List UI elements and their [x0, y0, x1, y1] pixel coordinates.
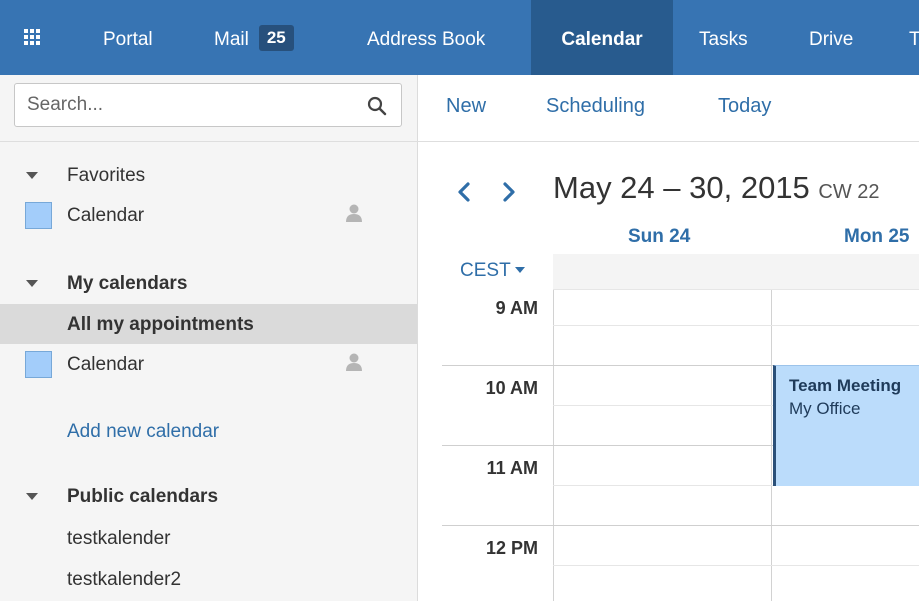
mail-unread-badge: 25	[258, 25, 294, 51]
scheduling-button[interactable]: Scheduling	[546, 95, 645, 118]
app-launcher-icon[interactable]	[24, 29, 40, 45]
timezone-selector[interactable]: CEST	[460, 260, 525, 282]
day-header-mon[interactable]: Mon 25	[844, 226, 909, 248]
public-calendar-item[interactable]: testkalender	[0, 519, 417, 557]
public-calendar-item[interactable]: testkalender2	[0, 560, 417, 598]
hour-label: 12 PM	[485, 538, 538, 558]
all-day-strip[interactable]	[553, 254, 919, 289]
grid-line	[553, 565, 919, 566]
favorites-caret-icon[interactable]	[26, 172, 38, 179]
nav-mail[interactable]: Mail 25	[214, 0, 294, 75]
nav-mail-label: Mail	[214, 29, 249, 50]
time-grid: 9 AM 10 AM 11 AM 12 PM Team Meeting My O…	[418, 289, 919, 601]
hour-label: 10 AM	[485, 378, 538, 398]
add-new-calendar-row: Add new calendar	[0, 412, 417, 450]
hour-label: 11 AM	[486, 458, 538, 478]
all-my-appointments-item[interactable]: All my appointments	[0, 304, 417, 344]
my-calendar-item[interactable]: Calendar	[0, 345, 417, 383]
my-calendar-label: Calendar	[67, 354, 145, 375]
date-navigation: May 24 – 30, 2015 CW 22 Sun 24 Mon 25	[418, 142, 919, 252]
timezone-label: CEST	[460, 260, 511, 281]
nav-calendar[interactable]: Calendar	[531, 0, 673, 75]
add-new-calendar-link[interactable]: Add new calendar	[67, 421, 219, 443]
nav-portal[interactable]: Portal	[103, 0, 153, 75]
search-input[interactable]	[27, 84, 357, 126]
public-calendar-label: testkalender	[67, 528, 171, 549]
search-icon[interactable]	[367, 96, 387, 116]
sidebar: Favorites Calendar My calendars All my a…	[0, 75, 418, 601]
grid-line	[553, 289, 919, 290]
person-icon	[346, 204, 362, 222]
new-button[interactable]: New	[446, 95, 486, 118]
person-icon	[346, 353, 362, 371]
public-calendar-label: testkalender2	[67, 569, 182, 590]
my-calendars-caret-icon[interactable]	[26, 280, 38, 287]
calendar-color-swatch[interactable]	[25, 202, 52, 229]
chevron-left-icon[interactable]	[454, 179, 474, 205]
sidebar-divider	[0, 141, 418, 142]
calendar-color-swatch[interactable]	[25, 351, 52, 378]
nav-address-book[interactable]: Address Book	[367, 0, 485, 75]
nav-drive[interactable]: Drive	[809, 0, 853, 75]
date-range-label: May 24 – 30, 2015	[553, 170, 810, 205]
top-navigation-bar: Portal Mail 25 Address Book Calendar Task…	[0, 0, 919, 75]
public-calendars-label: Public calendars	[67, 486, 219, 507]
all-my-appointments-label: All my appointments	[67, 314, 254, 335]
search-box	[14, 83, 402, 127]
chevron-down-icon	[514, 267, 525, 273]
hour-label: 9 AM	[495, 298, 538, 318]
nav-tasks[interactable]: Tasks	[699, 0, 748, 75]
today-button[interactable]: Today	[718, 95, 771, 118]
public-calendars-header[interactable]: Public calendars	[0, 477, 417, 515]
favorites-label: Favorites	[67, 165, 146, 186]
favorites-header[interactable]: Favorites	[0, 156, 417, 194]
favorite-calendar-item[interactable]: Calendar	[0, 196, 417, 234]
favorite-calendar-label: Calendar	[67, 205, 145, 226]
day-header-sun[interactable]: Sun 24	[628, 226, 690, 248]
grid-line	[553, 325, 919, 326]
calendar-toolbar: New Scheduling Today	[418, 75, 919, 142]
date-range-title: May 24 – 30, 2015 CW 22	[553, 170, 880, 206]
nav-more-truncated[interactable]: T	[909, 0, 919, 75]
my-calendars-header[interactable]: My calendars	[0, 264, 417, 302]
calendar-week-label: CW 22	[818, 181, 880, 203]
chevron-right-icon[interactable]	[499, 179, 519, 205]
my-calendars-label: My calendars	[67, 273, 188, 294]
appointment-location: My Office	[789, 399, 861, 418]
public-calendars-caret-icon[interactable]	[26, 493, 38, 500]
appointment-title: Team Meeting	[789, 376, 902, 395]
hour-line	[442, 525, 919, 526]
appointment-team-meeting[interactable]: Team Meeting My Office	[773, 365, 919, 486]
